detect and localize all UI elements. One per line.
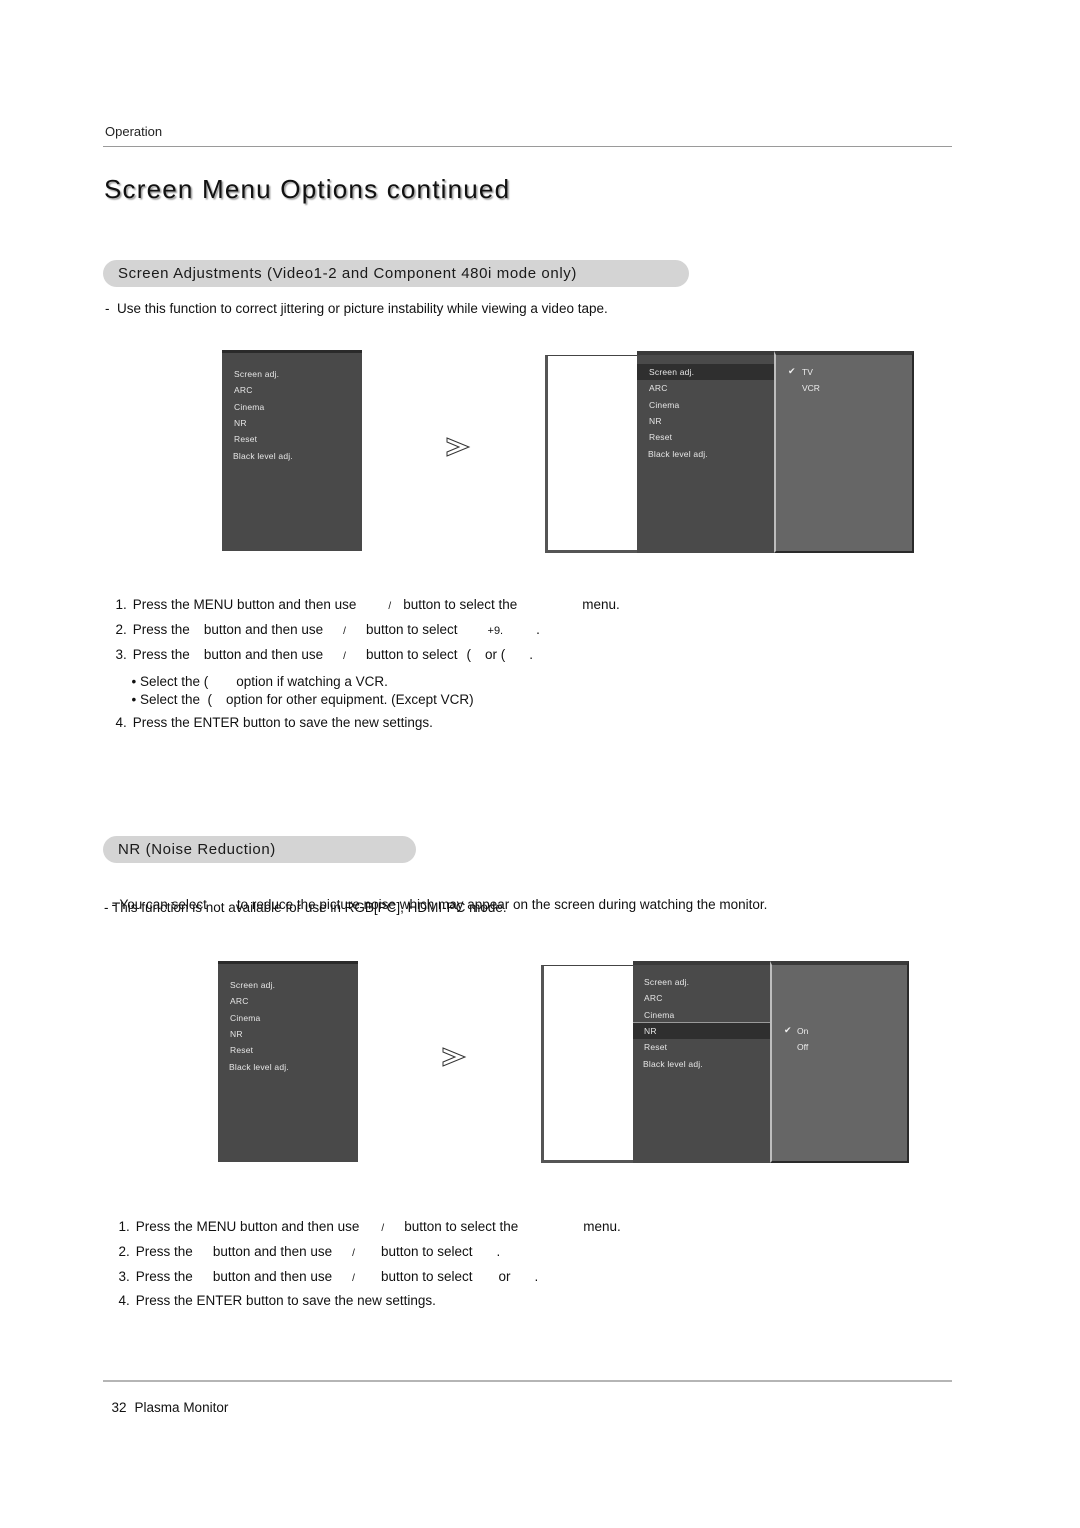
option-on[interactable]: On — [797, 1026, 808, 1036]
menu-item[interactable]: Reset — [234, 434, 257, 444]
osd-menu-main: Screen adj. ARC Cinema NR Reset Black le… — [222, 350, 362, 551]
osd-submenu: ✔ TV VCR — [774, 351, 914, 553]
step-number: 4. — [115, 715, 127, 730]
menu-item[interactable]: ARC — [230, 996, 249, 1006]
menu-item[interactable]: Black level adj. — [648, 449, 708, 459]
footer: 32 Plasma Monitor — [104, 1385, 229, 1415]
menu-item[interactable]: Cinema — [234, 402, 265, 412]
menu-item-selected[interactable]: NR — [644, 1026, 657, 1036]
arrow-right-icon — [446, 437, 471, 457]
menu-item[interactable]: Screen adj. — [644, 977, 689, 987]
menu-item[interactable]: Screen adj. — [230, 980, 275, 990]
page-number: 32 — [111, 1400, 127, 1415]
nr-note-2: - This function is not available for use… — [104, 900, 507, 915]
arrow-right-icon — [442, 1047, 467, 1067]
section-heading-screen-adjustments: Screen Adjustments (Video1-2 and Compone… — [103, 260, 689, 287]
menu-item[interactable]: Cinema — [644, 1010, 675, 1020]
menu-item[interactable]: ARC — [644, 993, 663, 1003]
step-text: ( — [466, 647, 472, 662]
menu-item[interactable]: ARC — [649, 383, 668, 393]
menu-item[interactable]: Screen adj. — [234, 369, 279, 379]
screen-adj-note: - Use this function to correct jittering… — [105, 301, 608, 316]
osd-preview-area — [545, 355, 637, 553]
menu-item[interactable]: NR — [649, 416, 662, 426]
osd-menu-main-expanded: Screen adj. ARC Cinema NR Reset Black le… — [637, 351, 774, 553]
osd-menu-main: Screen adj. ARC Cinema NR Reset Black le… — [218, 961, 358, 1162]
page-title: Screen Menu Options continued — [104, 174, 511, 204]
section-heading-nr: NR (Noise Reduction) — [103, 836, 416, 863]
menu-item[interactable]: Reset — [649, 432, 672, 442]
osd-menu-main-expanded: Screen adj. ARC Cinema NR Reset Black le… — [633, 961, 770, 1163]
step-text: . — [534, 1269, 539, 1284]
option-vcr[interactable]: VCR — [802, 383, 820, 393]
menu-item[interactable]: Reset — [644, 1042, 667, 1052]
menu-item[interactable]: NR — [234, 418, 247, 428]
menu-item[interactable]: NR — [230, 1029, 243, 1039]
step-text: Press the ENTER button to save the new s… — [135, 1293, 436, 1308]
step-text: menu. — [582, 597, 620, 612]
header-divider — [103, 146, 952, 147]
step-text: . — [536, 622, 540, 637]
menu-item[interactable]: Cinema — [649, 400, 680, 410]
option-off[interactable]: Off — [797, 1042, 808, 1052]
option-tv[interactable]: TV — [802, 367, 813, 377]
osd-preview-area — [541, 965, 633, 1163]
step-4: 4. Press the ENTER button to save the new… — [111, 1278, 436, 1308]
footer-divider — [103, 1380, 952, 1382]
menu-item[interactable]: Black level adj. — [643, 1059, 703, 1069]
step-text: Press the ENTER button to save the new s… — [132, 715, 433, 730]
step-text: or — [498, 1269, 511, 1284]
step-4: 4. Press the ENTER button to save the new… — [108, 700, 433, 730]
menu-item[interactable]: Reset — [230, 1045, 253, 1055]
checkmark-icon: ✔ — [788, 366, 796, 376]
menu-item[interactable]: ARC — [234, 385, 253, 395]
section-label: Operation — [105, 124, 163, 139]
step-number: 4. — [118, 1293, 130, 1308]
product-name: Plasma Monitor — [134, 1400, 229, 1415]
step-3: 3. Press the button and then use / button to… — [108, 632, 534, 662]
osd-submenu: ✔ On Off — [770, 961, 909, 1163]
menu-item-selected[interactable]: Screen adj. — [649, 367, 694, 377]
step-text: menu. — [583, 1219, 621, 1234]
menu-item[interactable]: Black level adj. — [229, 1062, 289, 1072]
menu-item[interactable]: Cinema — [230, 1013, 261, 1023]
step-text: . — [529, 647, 534, 662]
step-text: or ( — [485, 647, 506, 662]
checkmark-icon: ✔ — [784, 1025, 792, 1035]
menu-item[interactable]: Black level adj. — [233, 451, 293, 461]
